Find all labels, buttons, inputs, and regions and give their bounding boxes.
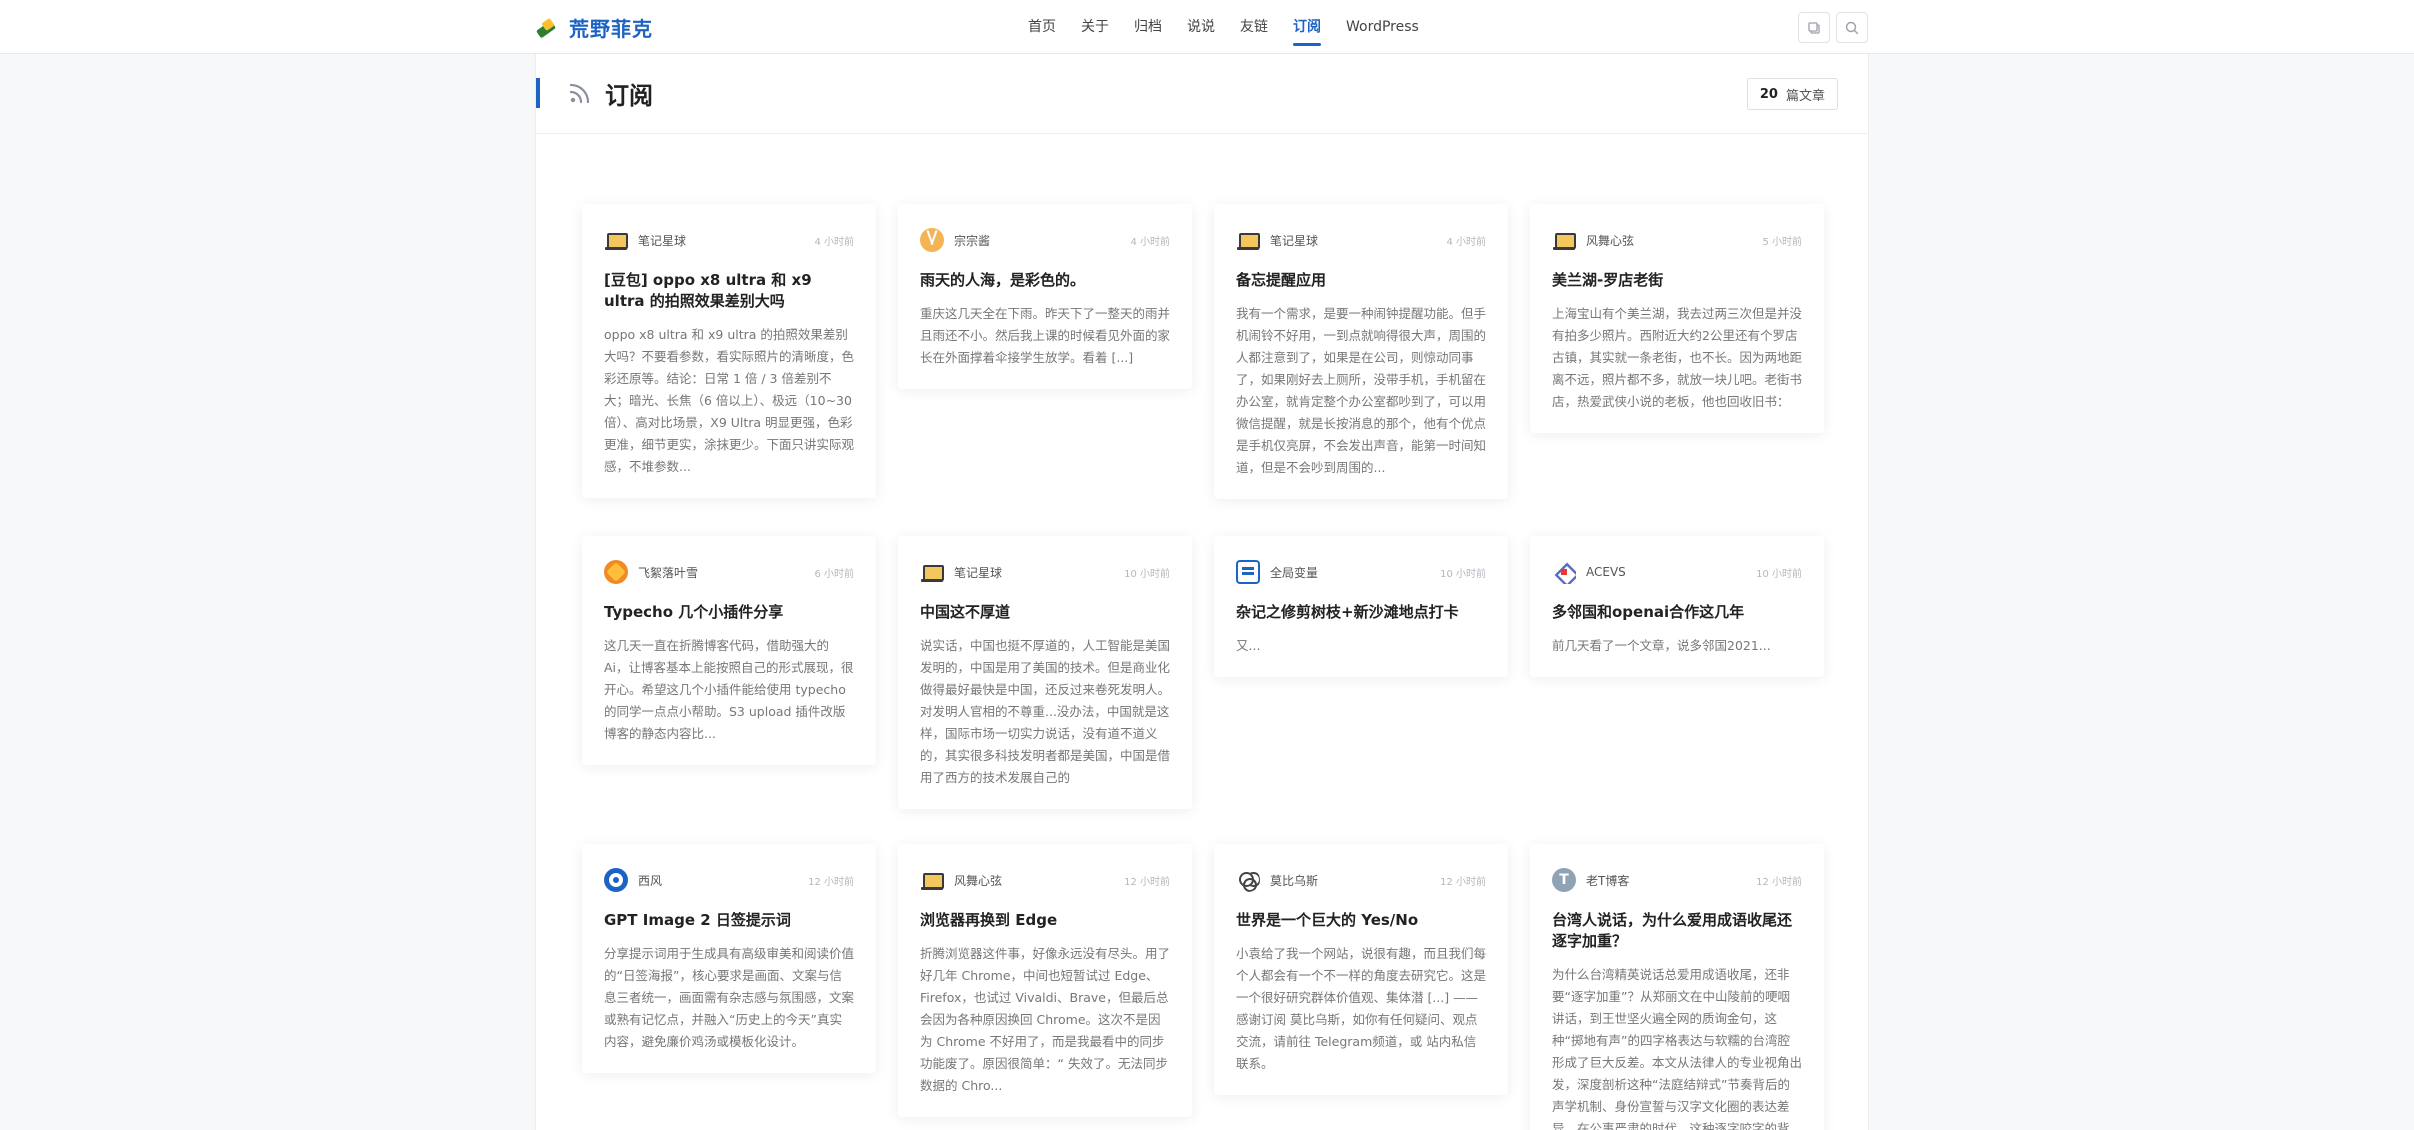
nav-subscribe[interactable]: 订阅 xyxy=(1293,0,1321,54)
laptop-avatar-icon xyxy=(1552,228,1576,252)
nav-home[interactable]: 首页 xyxy=(1028,0,1056,54)
card-time: 10 小时前 xyxy=(1756,568,1802,580)
leaf-avatar-icon xyxy=(604,560,628,584)
card-title[interactable]: GPT Image 2 日签提示词 xyxy=(604,910,854,931)
card-time: 12 小时前 xyxy=(1124,876,1170,888)
search-icon xyxy=(1845,21,1859,34)
article-count: 20 xyxy=(1759,86,1778,102)
card-title[interactable]: 雨天的人海，是彩色的。 xyxy=(920,270,1170,291)
laptop-avatar-icon xyxy=(920,868,944,892)
card-time: 6 小时前 xyxy=(814,568,854,580)
rss-icon xyxy=(569,83,590,104)
card-author[interactable]: 全局变量 xyxy=(1270,564,1440,581)
t-avatar-icon: T xyxy=(1552,868,1576,892)
site-logo[interactable]: 荒野菲克 xyxy=(535,13,653,41)
nav-archive[interactable]: 归档 xyxy=(1134,0,1162,54)
card-title[interactable]: 台湾人说话，为什么爱用成语收尾还逐字加重？ xyxy=(1552,910,1802,952)
feed-card[interactable]: 西风 12 小时前 GPT Image 2 日签提示词 分享提示词用于生成具有高级… xyxy=(582,844,876,1073)
feed-card[interactable]: 笔记星球 10 小时前 中国这不厚道 说实话，中国也挺不厚道的，人工智能是美国发明… xyxy=(898,536,1192,809)
card-title[interactable]: [豆包] oppo x8 ultra 和 x9 ultra 的拍照效果差别大吗 xyxy=(604,270,854,312)
card-author[interactable]: 笔记星球 xyxy=(1270,232,1446,249)
card-time: 10 小时前 xyxy=(1440,568,1486,580)
feed-card[interactable]: T 老T博客 12 小时前 台湾人说话，为什么爱用成语收尾还逐字加重？ 为什么台湾精… xyxy=(1530,844,1824,1130)
logo-text: 荒野菲克 xyxy=(569,16,653,41)
card-author[interactable]: 风舞心弦 xyxy=(1586,232,1762,249)
card-time: 5 小时前 xyxy=(1762,236,1802,248)
feed-card[interactable]: 笔记星球 4 小时前 备忘提醒应用 我有一个需求，是要一种闹钟提醒功能。但手机闹铃… xyxy=(1214,204,1508,499)
cube-avatar-icon xyxy=(1552,560,1576,584)
card-author[interactable]: 宗宗酱 xyxy=(954,232,1130,249)
card-title[interactable]: 备忘提醒应用 xyxy=(1236,270,1486,291)
card-excerpt: 分享提示词用于生成具有高级审美和阅读价值的“日签海报”，核心要求是画面、文案与信… xyxy=(604,946,855,1049)
logo-icon xyxy=(535,16,559,39)
card-author[interactable]: 笔记星球 xyxy=(638,232,814,249)
nav-wordpress[interactable]: WordPress xyxy=(1346,0,1419,54)
feed-card[interactable]: 宗宗酱 4 小时前 雨天的人海，是彩色的。 重庆这几天全在下雨。昨天下了一整天的雨… xyxy=(898,204,1192,389)
copy-icon xyxy=(1808,21,1820,34)
card-title[interactable]: 多邻国和openai合作这几年 xyxy=(1552,602,1802,623)
card-excerpt: 折腾浏览器这件事，好像永远没有尽头。用了好几年 Chrome，中间也短暂试过 E… xyxy=(920,946,1171,1093)
card-time: 12 小时前 xyxy=(1440,876,1486,888)
top-navbar: 荒野菲克 首页 关于 归档 说说 友链 订阅 WordPress xyxy=(0,0,2414,54)
article-count-badge: 20 篇文章 xyxy=(1746,78,1838,110)
card-excerpt: 又... xyxy=(1236,638,1261,653)
main-nav: 首页 关于 归档 说说 友链 订阅 WordPress xyxy=(1028,0,1444,54)
feed-card[interactable]: 笔记星球 4 小时前 [豆包] oppo x8 ultra 和 x9 ultra … xyxy=(582,204,876,498)
title-accent-bar xyxy=(536,78,540,108)
card-author[interactable]: 老T博客 xyxy=(1586,872,1756,889)
card-author[interactable]: 莫比乌斯 xyxy=(1270,872,1440,889)
card-time: 4 小时前 xyxy=(814,236,854,248)
card-author[interactable]: ACEVS xyxy=(1586,565,1756,579)
card-author[interactable]: 笔记星球 xyxy=(954,564,1124,581)
copy-button[interactable] xyxy=(1798,12,1830,43)
laptop-avatar-icon xyxy=(604,228,628,252)
card-author[interactable]: 西风 xyxy=(638,872,808,889)
card-time: 12 小时前 xyxy=(808,876,854,888)
card-time: 12 小时前 xyxy=(1756,876,1802,888)
laptop-avatar-icon xyxy=(1236,228,1260,252)
card-excerpt: oppo x8 ultra 和 x9 ultra 的拍照效果差别大吗？不要看参数… xyxy=(604,327,855,474)
card-title[interactable]: 浏览器再换到 Edge xyxy=(920,910,1170,931)
card-excerpt: 为什么台湾精英说话总爱用成语收尾，还非要“逐字加重”？从郑丽文在中山陵前的哽咽讲… xyxy=(1552,967,1803,1130)
card-excerpt: 说实话，中国也挺不厚道的，人工智能是美国发明的，中国是用了美国的技术。但是商业化… xyxy=(920,638,1171,785)
ring-avatar-icon xyxy=(604,868,628,892)
card-title[interactable]: 世界是一个巨大的 Yes/No xyxy=(1236,910,1486,931)
feed-card[interactable]: ACEVS 10 小时前 多邻国和openai合作这几年 前几天看了一个文章，说多… xyxy=(1530,536,1824,677)
laptop-avatar-icon xyxy=(920,560,944,584)
nav-links[interactable]: 友链 xyxy=(1240,0,1268,54)
nav-moments[interactable]: 说说 xyxy=(1187,0,1215,54)
article-count-label: 篇文章 xyxy=(1785,88,1825,104)
nav-about[interactable]: 关于 xyxy=(1081,0,1109,54)
card-excerpt: 我有一个需求，是要一种闹钟提醒功能。但手机闹铃不好用，一到点就响得很大声，周围的… xyxy=(1236,306,1487,475)
card-title[interactable]: 杂记之修剪树枝+新沙滩地点打卡 xyxy=(1236,602,1486,623)
card-excerpt: 小袁给了我一个网站，说很有趣，而且我们每个人都会有一个不一样的角度去研究它。这是… xyxy=(1236,946,1487,1071)
card-excerpt: 重庆这几天全在下雨。昨天下了一整天的雨并且雨还不小。然后我上课的时候看见外面的家… xyxy=(920,306,1171,365)
card-time: 4 小时前 xyxy=(1130,236,1170,248)
knot-avatar-icon xyxy=(1236,868,1260,892)
card-excerpt: 前几天看了一个文章，说多邻国2021... xyxy=(1552,638,1771,653)
page-title-bar: 订阅 20 篇文章 xyxy=(536,54,1868,134)
card-time: 4 小时前 xyxy=(1446,236,1486,248)
orange-avatar-icon xyxy=(920,228,944,252)
card-title[interactable]: 美兰湖-罗店老街 xyxy=(1552,270,1802,291)
card-title[interactable]: Typecho 几个小插件分享 xyxy=(604,602,854,623)
card-title[interactable]: 中国这不厚道 xyxy=(920,602,1170,623)
feed-card[interactable]: 全局变量 10 小时前 杂记之修剪树枝+新沙滩地点打卡 又... xyxy=(1214,536,1508,677)
card-time: 10 小时前 xyxy=(1124,568,1170,580)
card-author[interactable]: 风舞心弦 xyxy=(954,872,1124,889)
card-excerpt: 上海宝山有个美兰湖，我去过两三次但是并没有拍多少照片。西附近大约2公里还有个罗店… xyxy=(1552,306,1803,409)
feed-card[interactable]: 风舞心弦 5 小时前 美兰湖-罗店老街 上海宝山有个美兰湖，我去过两三次但是并没有… xyxy=(1530,204,1824,433)
page-title: 订阅 xyxy=(605,82,653,110)
feed-card[interactable]: 风舞心弦 12 小时前 浏览器再换到 Edge 折腾浏览器这件事，好像永远没有尽头… xyxy=(898,844,1192,1117)
feed-card[interactable]: 莫比乌斯 12 小时前 世界是一个巨大的 Yes/No 小袁给了我一个网站，说很有… xyxy=(1214,844,1508,1095)
square-avatar-icon xyxy=(1236,560,1260,584)
main-panel: 订阅 20 篇文章 笔记星球 4 小时前 [豆包] oppo x8 ultra 和… xyxy=(535,54,1869,1130)
feed-card[interactable]: 飞絮落叶雪 6 小时前 Typecho 几个小插件分享 这几天一直在折腾博客代码，… xyxy=(582,536,876,765)
search-button[interactable] xyxy=(1836,12,1868,43)
card-author[interactable]: 飞絮落叶雪 xyxy=(638,564,814,581)
card-excerpt: 这几天一直在折腾博客代码，借助强大的 Ai，让博客基本上能按照自己的形式展现，很… xyxy=(604,638,854,741)
